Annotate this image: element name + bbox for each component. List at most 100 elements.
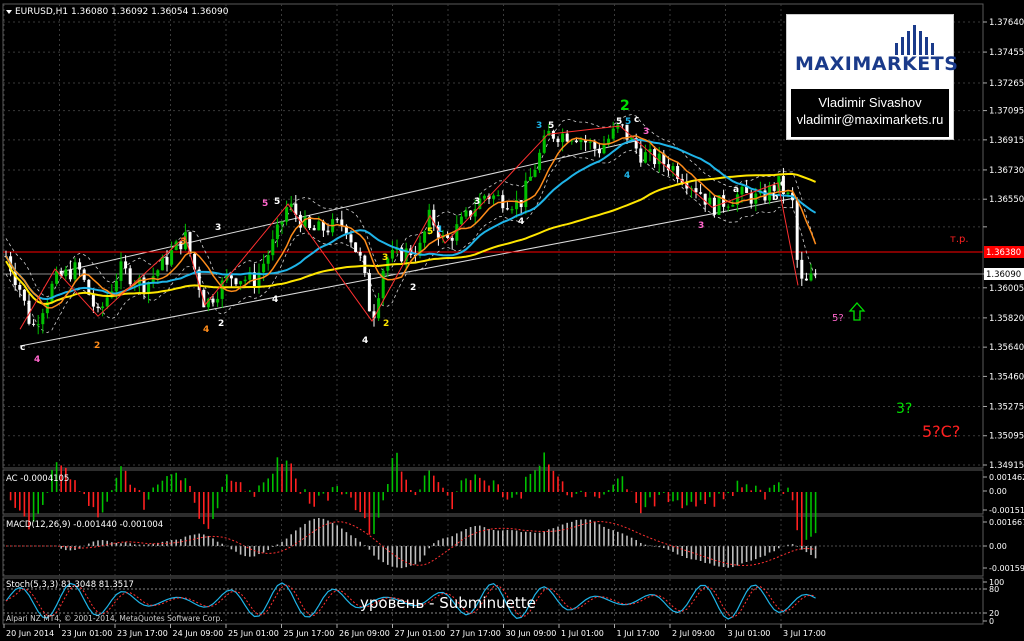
wave-label: 4 [518,217,524,227]
candle-body [588,141,592,143]
wave-label: 5 [274,197,280,207]
candle-body [708,197,712,205]
target-5-small: 5? [832,313,844,324]
zigzag [19,125,799,330]
time-tick-label: 25 Jun 17:00 [284,629,335,638]
indicator-tick-label: 0.00 [989,542,1007,551]
wave-label: 3 [643,127,649,137]
candle-body [524,180,528,208]
price-tick-label: 1.36730 [989,166,1024,176]
candle-body [459,216,463,225]
candle-body [128,268,132,285]
wave-label: b [772,193,779,203]
wave-label: 2 [218,319,224,329]
candle-body [68,269,72,280]
candle-body [597,148,601,154]
candle-body [643,152,647,163]
symbol-dropdown-icon[interactable] [6,10,12,14]
candle-body [657,153,661,165]
candle-body [795,200,799,260]
candle-body [239,281,243,285]
candle-body [211,298,215,303]
candle-body [335,219,339,221]
wave-label: 4 [34,355,40,365]
logo-bars-icon [895,25,934,55]
ac-title: AC -0.0004105 [6,474,69,484]
logo-text: MAXIMARKETS [795,53,959,75]
author-name: Vladimir Sivashov [818,95,922,110]
candle-body [266,255,270,264]
candle-body [234,278,238,285]
candle-body [271,239,275,256]
candle-body [64,269,68,277]
candle-body [156,270,160,277]
candle-body [528,176,532,181]
price-tick-label: 1.36915 [989,136,1024,146]
candle-body [390,250,394,259]
candle-body [326,230,330,233]
time-tick-label: 26 Jun 09:00 [339,629,390,638]
candle-body [671,166,675,171]
candle-body [32,323,36,325]
price-tick-label: 1.37095 [989,107,1024,117]
branding-box: MAXIMARKETS Vladimir Sivashov vladimir@m… [786,14,958,140]
indicator-tick-label: 0.001462 [989,473,1024,482]
candle-body [312,228,316,231]
candle-body [18,285,22,290]
ma-mid-line [5,138,817,301]
candle-body [381,270,385,299]
wave-label: c [20,343,25,353]
wave-label: 5 [616,117,622,127]
price-tick-label: 1.36005 [989,284,1024,294]
wave-label: 4 [203,325,209,335]
wave-label: 5 [548,121,554,131]
wave-label: 2 [383,319,389,329]
indicator-axis: 0.001462 0.00 -0.001513 0.001667 0.00 -0.0015… [983,473,1024,626]
candle-body [280,221,284,225]
candle-body [243,279,247,282]
candles [4,121,818,335]
symbol-line: EURUSD,H1 1.36080 1.36092 1.36054 1.3609… [15,7,229,17]
candle-body [809,273,813,281]
time-tick-label: 20 Jun 2014 [6,629,54,638]
target-5c: 5?C? [922,422,960,441]
candle-body [229,275,233,279]
time-tick-label: 30 Jun 09:00 [506,629,557,638]
candle-body [740,186,744,195]
indicator-tick-label: -0.001598 [989,564,1024,573]
candle-body [814,273,818,275]
candle-body [593,141,597,149]
author-card: Vladimir Sivashov vladimir@maximarkets.r… [791,89,949,137]
candle-body [41,313,45,325]
indicator-tick-label: 80 [989,585,999,594]
candle-body [367,273,371,312]
wave-labels: c4234235 543425 12343 525 5 c34a3cb [20,98,785,365]
candle-body [216,298,220,303]
candle-body [36,324,40,326]
wave-label: 2 [410,283,416,293]
time-tick-label: 23 Jun 01:00 [62,629,113,638]
candle-body [22,289,26,301]
candle-body [492,195,496,199]
price-tick-label: 1.34915 [989,461,1024,471]
stoch-title: Stoch(5,3,3) 81.3048 81.3517 [6,580,134,590]
candle-body [78,262,82,270]
wave-label: c [634,115,639,125]
candle-body [285,206,289,222]
candle-body [800,259,804,279]
time-tick-label: 2 Jul 09:00 [672,629,715,638]
candle-body [565,133,569,142]
wave-label: 5 [625,117,631,127]
wave-label: 1 [437,225,443,235]
time-tick-label: 23 Jun 17:00 [117,629,168,638]
time-axis: 20 Jun 2014 23 Jun 01:00 23 Jun 17:00 24 Ju… [3,624,826,638]
price-tick-label: 1.35275 [989,402,1024,412]
time-tick-label: 1 Jul 17:00 [617,629,660,638]
indicator-tick-label: 0.00 [989,487,1007,496]
price-axis: 1.37640 1.37455 1.37265 1.37095 1.36915 1.367… [983,18,1024,471]
candle-body [533,170,537,177]
candle-body [124,261,128,269]
envelope-upper [5,114,816,298]
candle-body [275,224,279,240]
price-tick-label: 1.37640 [989,18,1024,28]
